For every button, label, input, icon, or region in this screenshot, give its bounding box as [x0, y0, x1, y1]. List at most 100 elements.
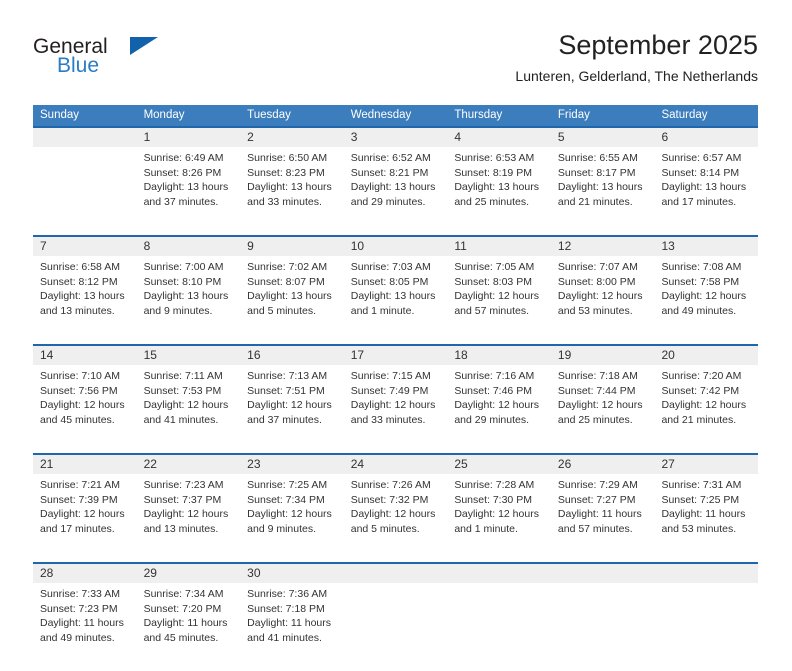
- day-cell[interactable]: [550, 583, 655, 671]
- day-cell[interactable]: Sunrise: 7:20 AM Sunset: 7:42 PM Dayligh…: [654, 365, 759, 453]
- day-number[interactable]: 21: [33, 455, 137, 474]
- sunset-text: Sunset: 7:58 PM: [661, 275, 740, 288]
- sunrise-text: Sunrise: 7:28 AM: [454, 479, 535, 491]
- day-cell[interactable]: [33, 147, 137, 235]
- day-number[interactable]: 1: [137, 128, 241, 147]
- day-number[interactable]: 15: [137, 346, 241, 365]
- day-number[interactable]: 29: [137, 564, 241, 583]
- day-number[interactable]: 24: [344, 455, 448, 474]
- day-cell[interactable]: Sunrise: 7:00 AM Sunset: 8:10 PM Dayligh…: [136, 256, 241, 344]
- day-number[interactable]: [551, 564, 655, 583]
- day-number[interactable]: [344, 564, 448, 583]
- daylight-text-line1: Daylight: 11 hours: [247, 617, 332, 630]
- day-number[interactable]: 25: [447, 455, 551, 474]
- day-cell[interactable]: Sunrise: 7:21 AM Sunset: 7:39 PM Dayligh…: [33, 474, 137, 562]
- sunrise-text: Sunrise: 7:20 AM: [661, 370, 742, 382]
- day-number[interactable]: [654, 564, 758, 583]
- day-cell[interactable]: Sunrise: 7:33 AM Sunset: 7:23 PM Dayligh…: [33, 583, 137, 671]
- day-cell[interactable]: Sunrise: 7:34 AM Sunset: 7:20 PM Dayligh…: [136, 583, 241, 671]
- day-cell[interactable]: Sunrise: 7:16 AM Sunset: 7:46 PM Dayligh…: [447, 365, 551, 453]
- day-cell[interactable]: Sunrise: 7:15 AM Sunset: 7:49 PM Dayligh…: [343, 365, 448, 453]
- day-cell[interactable]: [343, 583, 448, 671]
- day-cell[interactable]: Sunrise: 7:18 AM Sunset: 7:44 PM Dayligh…: [550, 365, 655, 453]
- day-cell[interactable]: Sunrise: 6:58 AM Sunset: 8:12 PM Dayligh…: [33, 256, 137, 344]
- day-cell[interactable]: Sunrise: 7:10 AM Sunset: 7:56 PM Dayligh…: [33, 365, 137, 453]
- day-cell[interactable]: [447, 583, 551, 671]
- day-number[interactable]: 27: [654, 455, 758, 474]
- day-number[interactable]: 23: [240, 455, 344, 474]
- day-number[interactable]: 8: [137, 237, 241, 256]
- sunset-text: Sunset: 7:23 PM: [40, 602, 118, 615]
- day-number[interactable]: 16: [240, 346, 344, 365]
- day-cell[interactable]: Sunrise: 6:57 AM Sunset: 8:14 PM Dayligh…: [654, 147, 759, 235]
- day-cell[interactable]: Sunrise: 6:52 AM Sunset: 8:21 PM Dayligh…: [343, 147, 448, 235]
- day-number[interactable]: 18: [447, 346, 551, 365]
- day-cell[interactable]: Sunrise: 7:25 AM Sunset: 7:34 PM Dayligh…: [240, 474, 344, 562]
- sunset-text: Sunset: 8:03 PM: [454, 275, 532, 288]
- day-number[interactable]: 19: [551, 346, 655, 365]
- general-blue-logo[interactable]: General Blue: [33, 28, 233, 88]
- daylight-text-line1: Daylight: 11 hours: [40, 617, 124, 630]
- day-cell[interactable]: Sunrise: 7:36 AM Sunset: 7:18 PM Dayligh…: [240, 583, 344, 671]
- day-number[interactable]: [447, 564, 551, 583]
- day-cell[interactable]: Sunrise: 7:03 AM Sunset: 8:05 PM Dayligh…: [343, 256, 448, 344]
- weekday-header-sunday: Sunday: [40, 109, 80, 121]
- daylight-text-line1: Daylight: 13 hours: [350, 290, 436, 303]
- sunrise-text: Sunrise: 7:07 AM: [557, 261, 638, 273]
- day-number[interactable]: 28: [33, 564, 137, 583]
- day-cell[interactable]: Sunrise: 6:53 AM Sunset: 8:19 PM Dayligh…: [447, 147, 551, 235]
- daylight-text-line1: Daylight: 13 hours: [247, 181, 332, 194]
- day-number[interactable]: 11: [447, 237, 551, 256]
- daylight-text-line2: and 41 minutes.: [143, 413, 219, 426]
- day-cell[interactable]: [654, 583, 759, 671]
- daylight-text-line2: and 21 minutes.: [661, 413, 737, 426]
- day-cell[interactable]: Sunrise: 7:08 AM Sunset: 7:58 PM Dayligh…: [654, 256, 759, 344]
- sunset-text: Sunset: 7:39 PM: [40, 493, 118, 506]
- day-number[interactable]: 12: [551, 237, 655, 256]
- day-cell[interactable]: Sunrise: 6:55 AM Sunset: 8:17 PM Dayligh…: [550, 147, 655, 235]
- day-number[interactable]: 9: [240, 237, 344, 256]
- day-number[interactable]: 3: [344, 128, 448, 147]
- day-cell[interactable]: Sunrise: 7:05 AM Sunset: 8:03 PM Dayligh…: [447, 256, 551, 344]
- day-cell[interactable]: Sunrise: 7:26 AM Sunset: 7:32 PM Dayligh…: [343, 474, 448, 562]
- day-number[interactable]: 20: [654, 346, 758, 365]
- sunset-text: Sunset: 8:05 PM: [350, 275, 429, 288]
- triangle-icon: [130, 37, 158, 55]
- daylight-text-line2: and 37 minutes.: [143, 195, 219, 208]
- sunset-text: Sunset: 7:44 PM: [557, 384, 636, 397]
- day-cell[interactable]: Sunrise: 6:50 AM Sunset: 8:23 PM Dayligh…: [240, 147, 344, 235]
- day-cell[interactable]: Sunrise: 7:23 AM Sunset: 7:37 PM Dayligh…: [136, 474, 241, 562]
- day-number[interactable]: 13: [654, 237, 758, 256]
- daylight-text-line2: and 53 minutes.: [557, 304, 633, 317]
- daylight-text-line1: Daylight: 12 hours: [350, 508, 436, 521]
- day-cell[interactable]: Sunrise: 7:31 AM Sunset: 7:25 PM Dayligh…: [654, 474, 759, 562]
- sunset-text: Sunset: 8:10 PM: [143, 275, 222, 288]
- day-number[interactable]: 17: [344, 346, 448, 365]
- day-number[interactable]: 22: [137, 455, 241, 474]
- day-number[interactable]: 6: [654, 128, 758, 147]
- day-number[interactable]: [33, 128, 137, 147]
- day-cell[interactable]: Sunrise: 7:28 AM Sunset: 7:30 PM Dayligh…: [447, 474, 551, 562]
- day-cell[interactable]: Sunrise: 7:02 AM Sunset: 8:07 PM Dayligh…: [240, 256, 344, 344]
- day-number[interactable]: 5: [551, 128, 655, 147]
- day-number[interactable]: 26: [551, 455, 655, 474]
- day-number[interactable]: 14: [33, 346, 137, 365]
- title-block: September 2025 Lunteren, Gelderland, The…: [515, 28, 758, 86]
- day-cell[interactable]: Sunrise: 7:13 AM Sunset: 7:51 PM Dayligh…: [240, 365, 344, 453]
- day-cell[interactable]: Sunrise: 7:11 AM Sunset: 7:53 PM Dayligh…: [136, 365, 241, 453]
- sunrise-text: Sunrise: 7:34 AM: [143, 588, 224, 600]
- day-cell[interactable]: Sunrise: 6:49 AM Sunset: 8:26 PM Dayligh…: [136, 147, 241, 235]
- day-number[interactable]: 4: [447, 128, 551, 147]
- sunset-text: Sunset: 7:46 PM: [454, 384, 532, 397]
- day-cell[interactable]: Sunrise: 7:29 AM Sunset: 7:27 PM Dayligh…: [550, 474, 655, 562]
- day-number[interactable]: 30: [240, 564, 344, 583]
- sunset-text: Sunset: 8:23 PM: [247, 166, 325, 179]
- day-number[interactable]: 2: [240, 128, 344, 147]
- day-number[interactable]: 7: [33, 237, 137, 256]
- day-cell[interactable]: Sunrise: 7:07 AM Sunset: 8:00 PM Dayligh…: [550, 256, 655, 344]
- sunrise-text: Sunrise: 6:50 AM: [247, 152, 328, 164]
- day-number[interactable]: 10: [344, 237, 448, 256]
- daylight-text-line2: and 13 minutes.: [40, 304, 115, 317]
- daylight-text-line2: and 49 minutes.: [661, 304, 737, 317]
- daylight-text-line1: Daylight: 13 hours: [143, 181, 229, 194]
